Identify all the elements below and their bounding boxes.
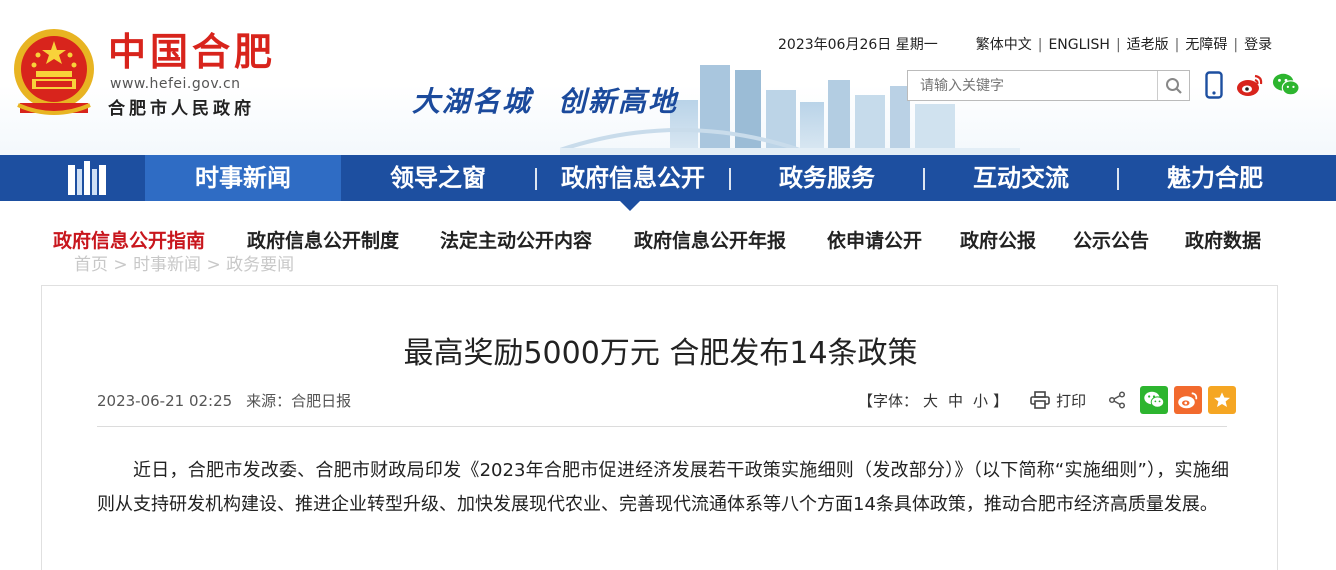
nav-tab-interaction[interactable]: 互动交流 bbox=[925, 155, 1117, 201]
article-title: 最高奖励5000万元 合肥发布14条政策 bbox=[403, 336, 918, 371]
slogan-part-2: 创新高地 bbox=[558, 85, 679, 118]
article-source: 来源：合肥日报 bbox=[246, 392, 352, 410]
link-traditional-chinese[interactable]: 繁体中文 bbox=[976, 37, 1032, 53]
nav-tab-services[interactable]: 政务服务 bbox=[731, 155, 923, 201]
print-icon bbox=[1030, 391, 1050, 409]
article-meta: 2023-06-21 02:25 来源：合肥日报 bbox=[97, 390, 351, 411]
link-separator: | bbox=[1115, 37, 1121, 53]
site-slogan: 大湖名城 创新高地 bbox=[412, 80, 704, 120]
subnav-item-statutory[interactable]: 法定主动公开内容 bbox=[440, 226, 592, 253]
subnav-item-gazette[interactable]: 政府公报 bbox=[960, 226, 1036, 253]
link-login[interactable]: 登录 bbox=[1244, 37, 1272, 53]
weibo-icon bbox=[1178, 392, 1198, 409]
link-elderly-version[interactable]: 适老版 bbox=[1127, 37, 1169, 53]
breadcrumb-separator: > bbox=[206, 255, 221, 275]
font-size-selector: 【字体：大中小】 bbox=[858, 390, 1008, 411]
search-box bbox=[907, 70, 1190, 101]
search-input[interactable] bbox=[908, 71, 1158, 100]
top-utility-bar: 2023年06月26日 星期一 繁体中文 | ENGLISH | 适老版 | 无障碍 | 登录 bbox=[778, 34, 1272, 54]
subnav-item-system[interactable]: 政府信息公开制度 bbox=[247, 226, 399, 253]
share-icon bbox=[1109, 391, 1126, 409]
favorite-button[interactable] bbox=[1208, 386, 1237, 414]
link-separator: | bbox=[1233, 37, 1239, 53]
breadcrumb: 首页 > 时事新闻 > 政务要闻 bbox=[74, 250, 294, 275]
wechat-button[interactable] bbox=[1272, 70, 1300, 100]
weibo-icon bbox=[1237, 74, 1263, 96]
link-english[interactable]: ENGLISH bbox=[1048, 37, 1110, 53]
home-building-icon[interactable] bbox=[64, 161, 108, 195]
subnav-item-guide[interactable]: 政府信息公开指南 bbox=[53, 226, 205, 253]
breadcrumb-current[interactable]: 政务要闻 bbox=[226, 255, 294, 275]
search-icon bbox=[1165, 77, 1182, 94]
weibo-button[interactable] bbox=[1236, 70, 1264, 100]
nav-tab-news[interactable]: 时事新闻 bbox=[145, 155, 341, 201]
share-weibo-button[interactable] bbox=[1174, 386, 1203, 414]
site-url: www.hefei.gov.cn bbox=[110, 76, 241, 92]
site-subtitle: 合肥市人民政府 bbox=[108, 99, 255, 119]
slogan-part-1: 大湖名城 bbox=[412, 85, 533, 118]
wechat-icon bbox=[1144, 391, 1165, 408]
print-button[interactable]: 打印 bbox=[1030, 390, 1086, 411]
font-size-close: 】 bbox=[993, 391, 1009, 410]
search-button[interactable] bbox=[1157, 71, 1189, 100]
article-tools: 【字体：大中小】 打印 bbox=[858, 386, 1237, 414]
nav-tab-leaders[interactable]: 领导之窗 bbox=[341, 155, 535, 201]
breadcrumb-home[interactable]: 首页 bbox=[74, 255, 108, 275]
main-nav: 时事新闻 领导之窗 政府信息公开 政务服务 互动交流 魅力合肥 bbox=[0, 155, 1336, 201]
font-size-label: 【字体： bbox=[858, 391, 919, 410]
breadcrumb-news[interactable]: 时事新闻 bbox=[133, 255, 201, 275]
mobile-button[interactable] bbox=[1200, 70, 1228, 100]
share-button[interactable] bbox=[1108, 391, 1126, 409]
subnav-item-data[interactable]: 政府数据 bbox=[1185, 226, 1261, 253]
link-separator: | bbox=[1037, 37, 1043, 53]
share-wechat-button[interactable] bbox=[1140, 386, 1169, 414]
national-emblem-icon[interactable] bbox=[8, 25, 100, 121]
article-date: 2023-06-21 02:25 bbox=[97, 392, 233, 410]
wechat-icon bbox=[1272, 73, 1300, 96]
print-label: 打印 bbox=[1056, 391, 1087, 410]
font-size-medium[interactable]: 中 bbox=[948, 392, 963, 410]
subnav-item-notices[interactable]: 公示公告 bbox=[1073, 226, 1149, 253]
header-social-links bbox=[1200, 70, 1300, 100]
article-paragraph: 近日，合肥市发改委、合肥市财政局印发《2023年合肥市促进经济发展若干政策实施细… bbox=[97, 460, 1229, 515]
current-date: 2023年06月26日 星期一 bbox=[778, 37, 938, 53]
nav-tab-charm-hefei[interactable]: 魅力合肥 bbox=[1119, 155, 1311, 201]
link-accessibility[interactable]: 无障碍 bbox=[1185, 37, 1227, 53]
subnav-item-annual-report[interactable]: 政府信息公开年报 bbox=[634, 226, 786, 253]
article-divider bbox=[97, 426, 1227, 427]
breadcrumb-separator: > bbox=[113, 255, 128, 275]
font-size-small[interactable]: 小 bbox=[973, 392, 988, 410]
link-separator: | bbox=[1174, 37, 1180, 53]
nav-tab-gov-info[interactable]: 政府信息公开 bbox=[537, 155, 729, 201]
site-logo-title[interactable]: 中国合肥 bbox=[108, 30, 276, 74]
article-panel: 最高奖励5000万元 合肥发布14条政策 2023-06-21 02:25 来源：… bbox=[41, 285, 1278, 570]
font-size-large[interactable]: 大 bbox=[923, 392, 938, 410]
mobile-icon bbox=[1205, 71, 1223, 99]
star-icon bbox=[1214, 392, 1231, 408]
subnav-item-apply[interactable]: 依申请公开 bbox=[827, 226, 922, 253]
site-header: 中国合肥 www.hefei.gov.cn 合肥市人民政府 大湖名城 创新高地 2… bbox=[0, 0, 1336, 155]
